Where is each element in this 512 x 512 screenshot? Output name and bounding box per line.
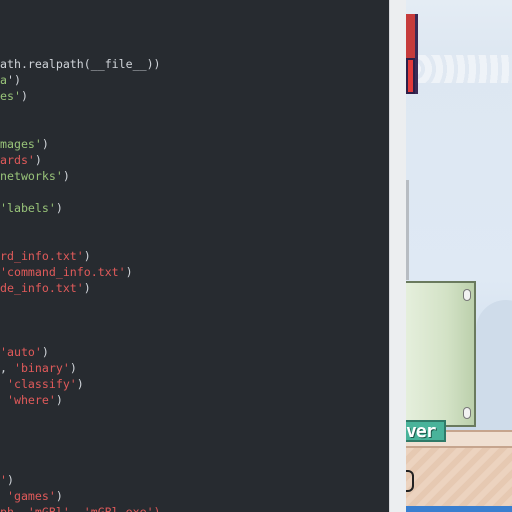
green-pipe-block (406, 281, 476, 427)
code-token: 'classify' (6, 377, 77, 391)
red-sign-sprite (406, 14, 418, 94)
bracket-icon (406, 470, 414, 492)
code-line[interactable] (0, 104, 161, 120)
code-token: 'command_info.txt' (0, 265, 126, 279)
pane-divider[interactable] (389, 0, 406, 512)
code-line[interactable]: networks') (0, 168, 161, 184)
code-token: ) (62, 169, 70, 183)
code-token: 'auto' (0, 345, 42, 359)
code-text[interactable]: ath.realpath(__file__)) a') es') mages') ard… (0, 56, 161, 512)
code-line[interactable]: 'auto') (0, 344, 161, 360)
code-token: 'labels' (0, 201, 56, 215)
code-line[interactable] (0, 408, 161, 424)
code-line[interactable] (0, 440, 161, 456)
code-line[interactable]: mages') (0, 136, 161, 152)
code-line[interactable] (0, 328, 161, 344)
code-token: ) (55, 201, 63, 215)
code-token: ) (55, 489, 63, 503)
code-token: ) (20, 89, 28, 103)
code-token: es' (0, 89, 21, 103)
code-line[interactable]: ') (0, 472, 161, 488)
code-token: ' (0, 473, 7, 487)
water-strip (406, 506, 512, 512)
code-token: ) (76, 377, 84, 391)
code-token: mages' (0, 137, 42, 151)
code-line[interactable]: 'classify') (0, 376, 161, 392)
code-line[interactable]: ath.realpath(__file__)) (0, 56, 161, 72)
code-line[interactable]: es') (0, 88, 161, 104)
code-token: , (0, 361, 14, 375)
ground-tiles (406, 448, 512, 508)
bolt-icon (463, 289, 471, 301)
code-line[interactable]: , 'binary') (0, 360, 161, 376)
code-line[interactable]: 'where') (0, 392, 161, 408)
code-line[interactable]: rd_info.txt') (0, 248, 161, 264)
code-token: ) (69, 361, 77, 375)
code-token: ath.realpath(__file__)) (0, 57, 161, 71)
code-token: ) (41, 345, 49, 359)
code-line[interactable]: de_info.txt') (0, 280, 161, 296)
background-hill (476, 300, 512, 430)
code-token: de_info.txt' (0, 281, 84, 295)
code-line[interactable]: ph, 'mGBl', 'mGBl.exe') (0, 504, 161, 512)
code-editor-pane[interactable]: ath.realpath(__file__)) a') es') mages') ard… (0, 0, 389, 512)
game-screenshot-pane: ver (406, 0, 512, 512)
code-token: rd_info.txt' (0, 249, 84, 263)
code-token: ) (83, 281, 91, 295)
code-token: networks' (0, 169, 63, 183)
code-line[interactable] (0, 216, 161, 232)
banner-text: ver (406, 421, 436, 442)
code-token: 'binary' (13, 361, 70, 375)
code-token: ') (6, 73, 21, 87)
code-line[interactable]: 'command_info.txt') (0, 264, 161, 280)
code-token: 'where' (6, 393, 56, 407)
bolt-icon (463, 407, 471, 419)
code-token: ) (83, 249, 91, 263)
code-line[interactable]: 'games') (0, 488, 161, 504)
code-line[interactable] (0, 184, 161, 200)
code-token: 'games' (6, 489, 56, 503)
code-token: ) (41, 137, 49, 151)
code-token: ards' (0, 153, 35, 167)
code-line[interactable] (0, 120, 161, 136)
code-line[interactable]: a') (0, 72, 161, 88)
code-line[interactable] (0, 456, 161, 472)
rail (406, 180, 409, 280)
code-line[interactable] (0, 232, 161, 248)
code-token: ) (55, 393, 63, 407)
code-token: ph, 'mGBl', 'mGBl.exe') (0, 505, 161, 512)
code-token: a (0, 73, 7, 87)
code-token: ) (34, 153, 42, 167)
code-line[interactable]: ards') (0, 152, 161, 168)
code-line[interactable]: 'labels') (0, 200, 161, 216)
game-banner: ver (406, 420, 446, 442)
code-token: ) (125, 265, 133, 279)
clouds (406, 55, 512, 83)
code-line[interactable] (0, 296, 161, 312)
code-token: ) (6, 473, 14, 487)
code-line[interactable] (0, 424, 161, 440)
code-line[interactable] (0, 312, 161, 328)
